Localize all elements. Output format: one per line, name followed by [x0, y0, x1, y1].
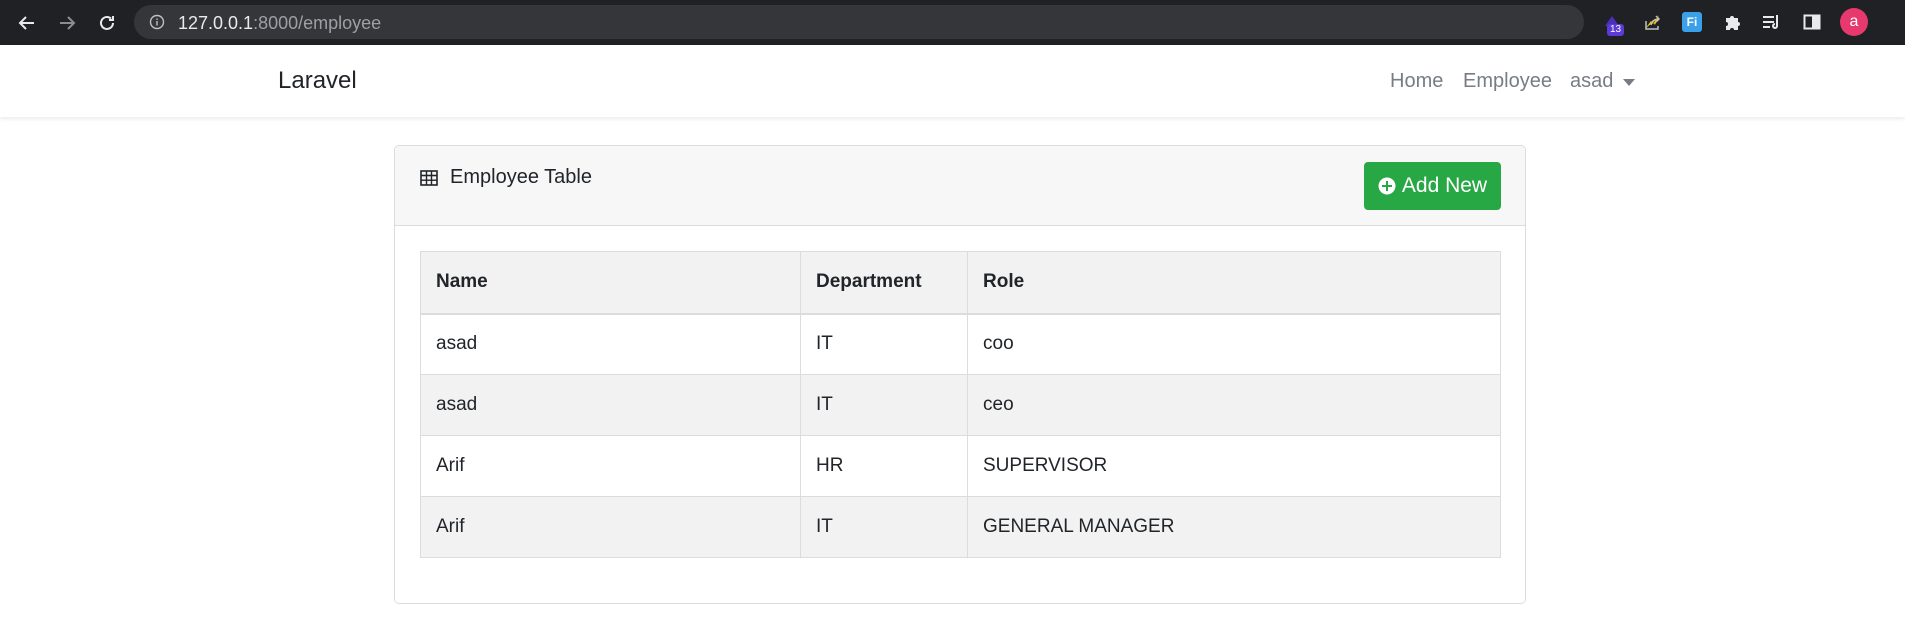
- table-row: Arif HR SUPERVISOR: [420, 435, 1501, 497]
- cell-department: HR: [800, 435, 968, 497]
- site-info-icon[interactable]: [149, 14, 165, 35]
- cell-name: Arif: [420, 496, 801, 558]
- user-dropdown[interactable]: asad: [1570, 70, 1636, 93]
- media-queue-icon[interactable]: [1760, 10, 1784, 34]
- cell-name: asad: [420, 374, 801, 436]
- side-panel-icon[interactable]: [1800, 10, 1824, 34]
- add-new-button[interactable]: Add New: [1364, 162, 1501, 210]
- puzzle-extensions-icon[interactable]: [1720, 10, 1744, 34]
- cell-role: SUPERVISOR: [967, 435, 1501, 497]
- cell-department: IT: [800, 374, 968, 436]
- cell-department: IT: [800, 313, 968, 375]
- brand-link[interactable]: Laravel: [278, 67, 357, 95]
- card-title-text: Employee Table: [450, 166, 592, 188]
- address-bar[interactable]: 127.0.0.1:8000/employee: [134, 5, 1703, 39]
- table-header-row: Name Department Role: [420, 251, 1501, 315]
- caret-down-icon: [1623, 79, 1636, 86]
- back-icon[interactable]: [14, 10, 40, 36]
- reload-icon[interactable]: [94, 10, 120, 36]
- app-navbar: Laravel Home Employee asad: [0, 45, 1905, 117]
- profile-avatar[interactable]: a: [1840, 8, 1868, 36]
- table-icon: [420, 169, 438, 186]
- url-host: 127.0.0.1: [178, 13, 254, 33]
- header-name[interactable]: Name: [420, 251, 801, 315]
- cell-role: coo: [967, 313, 1501, 375]
- table-row: asad IT coo: [420, 313, 1501, 375]
- browser-toolbar: 127.0.0.1:8000/employee 13 Fi a: [0, 0, 1905, 45]
- card-title: Employee Table: [420, 166, 592, 189]
- user-name: asad: [1570, 70, 1614, 92]
- card-header: Employee Table Add New: [395, 146, 1525, 226]
- lightning-extension-icon[interactable]: [1640, 10, 1664, 34]
- url-text[interactable]: 127.0.0.1:8000/employee: [178, 13, 381, 34]
- cell-name: Arif: [420, 435, 801, 497]
- table-row: Arif IT GENERAL MANAGER: [420, 496, 1501, 558]
- nav-link-home[interactable]: Home: [1390, 70, 1443, 93]
- cell-role: GENERAL MANAGER: [967, 496, 1501, 558]
- extension-badge: 13: [1607, 24, 1625, 36]
- cell-name: asad: [420, 313, 801, 375]
- plus-circle-icon: [1378, 177, 1396, 195]
- forward-icon[interactable]: [54, 10, 80, 36]
- nav-link-employee[interactable]: Employee: [1463, 70, 1552, 93]
- header-department[interactable]: Department: [800, 251, 968, 315]
- table-row: asad IT ceo: [420, 374, 1501, 436]
- cell-department: IT: [800, 496, 968, 558]
- add-new-label: Add New: [1401, 174, 1488, 197]
- cell-role: ceo: [967, 374, 1501, 436]
- url-path: :8000/employee: [253, 13, 382, 33]
- employee-card: Employee Table Add New Name Department R…: [394, 145, 1526, 604]
- fi-extension-icon[interactable]: Fi: [1680, 10, 1704, 34]
- fi-extension-label: Fi: [1682, 12, 1702, 32]
- header-role[interactable]: Role: [967, 251, 1501, 315]
- employee-table: Name Department Role asad IT coo asad IT…: [420, 251, 1501, 558]
